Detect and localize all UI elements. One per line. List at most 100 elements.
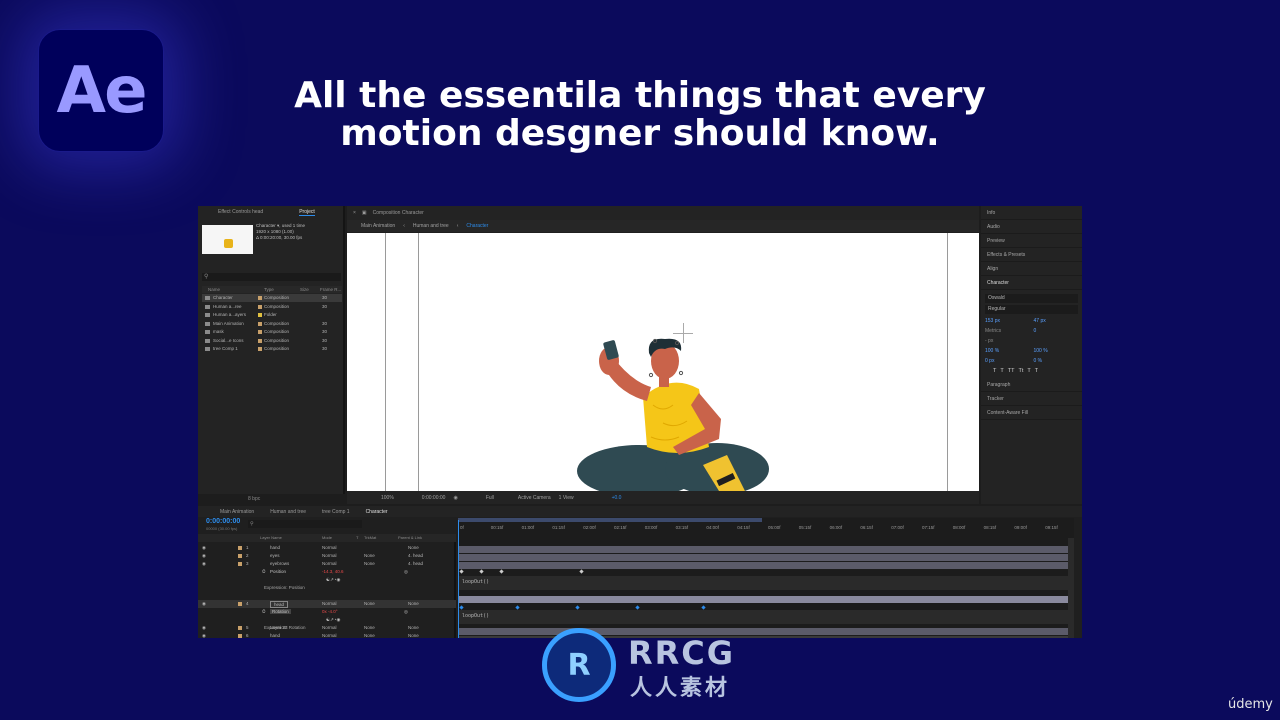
track-layer-2[interactable] — [458, 554, 1070, 561]
position-value[interactable]: -14.3, 40.6 — [322, 569, 344, 574]
layer-mode[interactable]: Normal — [322, 561, 337, 566]
project-item[interactable]: Character Composition 30 — [202, 294, 342, 302]
keyframe[interactable] — [701, 605, 706, 610]
tracking-field[interactable]: 0 — [1034, 326, 1079, 336]
right-panel-item[interactable]: Content-Aware Fill — [981, 406, 1082, 420]
label-color[interactable] — [238, 554, 242, 558]
bpc-label[interactable]: 8 bpc — [248, 496, 260, 502]
project-item[interactable]: tree Comp 1 Composition 30 — [202, 345, 342, 353]
text-style-button[interactable]: Tt — [1018, 366, 1023, 376]
timeline-tab[interactable]: Main Animation — [220, 509, 254, 515]
layer-row[interactable]: ◉ 1 hand Normal None — [198, 544, 456, 552]
eye-icon[interactable]: ◉ — [202, 545, 206, 551]
close-icon[interactable]: × — [353, 210, 356, 216]
label-color[interactable] — [258, 304, 262, 309]
timeline-tab[interactable]: Human and tree — [270, 509, 306, 515]
layer-mode[interactable]: Normal — [322, 553, 337, 558]
breadcrumb-main-animation[interactable]: Main Animation — [361, 223, 395, 229]
layer-parent[interactable]: None — [408, 633, 419, 638]
layer-parent[interactable]: None — [408, 601, 419, 606]
track-layer-3[interactable] — [458, 562, 1070, 569]
tsume-field[interactable]: 0 % — [1034, 356, 1079, 366]
layer-mode[interactable]: Normal — [322, 633, 337, 638]
tab-composition[interactable]: Composition Character — [373, 210, 424, 216]
layer-trkmat[interactable]: None — [364, 633, 375, 638]
label-color[interactable] — [238, 602, 242, 606]
label-color[interactable] — [238, 634, 242, 638]
project-item[interactable]: Social...e Icons Composition 30 — [202, 337, 342, 345]
stroke-width-field[interactable]: - px — [985, 336, 1078, 346]
camera-icon[interactable]: ◉ — [453, 495, 457, 501]
text-style-button[interactable]: TT — [1008, 366, 1015, 376]
layer-row[interactable]: ◉ 5 Layer 23 Normal None None — [198, 624, 456, 632]
col-type[interactable]: Type — [264, 287, 274, 292]
font-size-field[interactable]: 153 px — [985, 316, 1030, 326]
label-color[interactable] — [258, 338, 262, 343]
breadcrumb-human-and-tree[interactable]: Human and tree — [413, 223, 449, 229]
rotation-value[interactable]: 0x -4.0° — [322, 609, 338, 614]
lock-icon[interactable]: ▣ — [362, 210, 367, 216]
right-panel-item[interactable]: Preview — [981, 234, 1082, 248]
timeline-tab[interactable]: tree Comp 1 — [322, 509, 350, 515]
keyframe[interactable] — [575, 605, 580, 610]
project-item[interactable]: Human a...ayers Folder — [202, 311, 342, 319]
layer-parent[interactable]: 4. head — [408, 561, 423, 566]
layer-parent[interactable]: 4. head — [408, 553, 423, 558]
col-t[interactable]: T — [356, 535, 358, 540]
project-item[interactable]: Main Animation Composition 30 — [202, 320, 342, 328]
keyframe[interactable] — [579, 569, 584, 574]
eye-icon[interactable]: ◉ — [202, 553, 206, 559]
layer-trkmat[interactable]: None — [364, 553, 375, 558]
project-item[interactable]: mask Composition 30 — [202, 328, 342, 336]
right-panel-item[interactable]: Paragraph — [981, 378, 1082, 392]
keyframe[interactable] — [635, 605, 640, 610]
eye-icon[interactable]: ◉ — [202, 625, 206, 631]
layer-mode[interactable]: Normal — [322, 601, 337, 606]
pickwhip-icon[interactable]: ◎ — [404, 609, 408, 615]
kerning-field[interactable]: Metrics — [985, 326, 1030, 336]
layer-name[interactable]: hand — [270, 633, 280, 638]
text-style-button[interactable]: T — [1027, 366, 1030, 376]
label-color[interactable] — [238, 562, 242, 566]
label-color[interactable] — [258, 313, 262, 317]
label-color[interactable] — [258, 347, 262, 351]
expression-toggle-icons[interactable]: ☯↗◔◉ — [326, 577, 340, 583]
track-layer-4[interactable] — [458, 596, 1070, 603]
tab-effect-controls[interactable]: Effect Controls head — [218, 209, 263, 215]
current-time[interactable]: 0:00:00:00 — [206, 518, 240, 525]
layer-row-head[interactable]: ◉ 4 head Normal None None — [198, 600, 456, 608]
breadcrumb-character[interactable]: Character — [466, 223, 488, 229]
layer-row[interactable]: ◉ 6 hand Normal None None — [198, 632, 456, 638]
timeline-scrollbar[interactable] — [1068, 538, 1074, 638]
comp-name[interactable]: Character ▾ — [256, 223, 279, 228]
text-style-button[interactable]: T — [993, 366, 996, 376]
right-panel-item[interactable]: Effects & Presets — [981, 248, 1082, 262]
col-layer-name[interactable]: Layer Name — [260, 535, 282, 540]
col-parent[interactable]: Parent & Link — [398, 535, 422, 540]
right-panel-item[interactable]: Tracker — [981, 392, 1082, 406]
layer-name[interactable]: eyes — [270, 553, 280, 558]
keyframe[interactable] — [515, 605, 520, 610]
horizontal-scale-field[interactable]: 100 % — [1034, 346, 1079, 356]
keyframe[interactable] — [479, 569, 484, 574]
label-color[interactable] — [238, 546, 242, 550]
vertical-scale-field[interactable]: 100 % — [985, 346, 1030, 356]
layer-trkmat[interactable]: None — [364, 625, 375, 630]
layer-name[interactable]: eyebrows — [270, 561, 289, 566]
layer-mode[interactable]: Normal — [322, 625, 337, 630]
comp-viewer[interactable] — [347, 233, 979, 491]
keyframe[interactable] — [459, 569, 464, 574]
time-display[interactable]: 0:00:00:00 — [422, 495, 446, 501]
eye-icon[interactable]: ◉ — [202, 601, 206, 607]
leading-field[interactable]: 47 px — [1034, 316, 1079, 326]
baseline-shift-field[interactable]: 0 px — [985, 356, 1030, 366]
layer-row[interactable]: ◉ 2 eyes Normal None 4. head — [198, 552, 456, 560]
layer-mode[interactable]: Normal — [322, 545, 337, 550]
text-style-button[interactable]: T — [1000, 366, 1003, 376]
font-family-select[interactable]: Oswald — [985, 294, 1078, 303]
label-color[interactable] — [238, 626, 242, 630]
timeline-tab[interactable]: Character — [366, 509, 388, 515]
expression-toggle-icons[interactable]: ☯↗◔◉ — [326, 617, 340, 623]
eye-icon[interactable]: ◉ — [202, 633, 206, 638]
layer-name[interactable]: head — [270, 601, 289, 608]
